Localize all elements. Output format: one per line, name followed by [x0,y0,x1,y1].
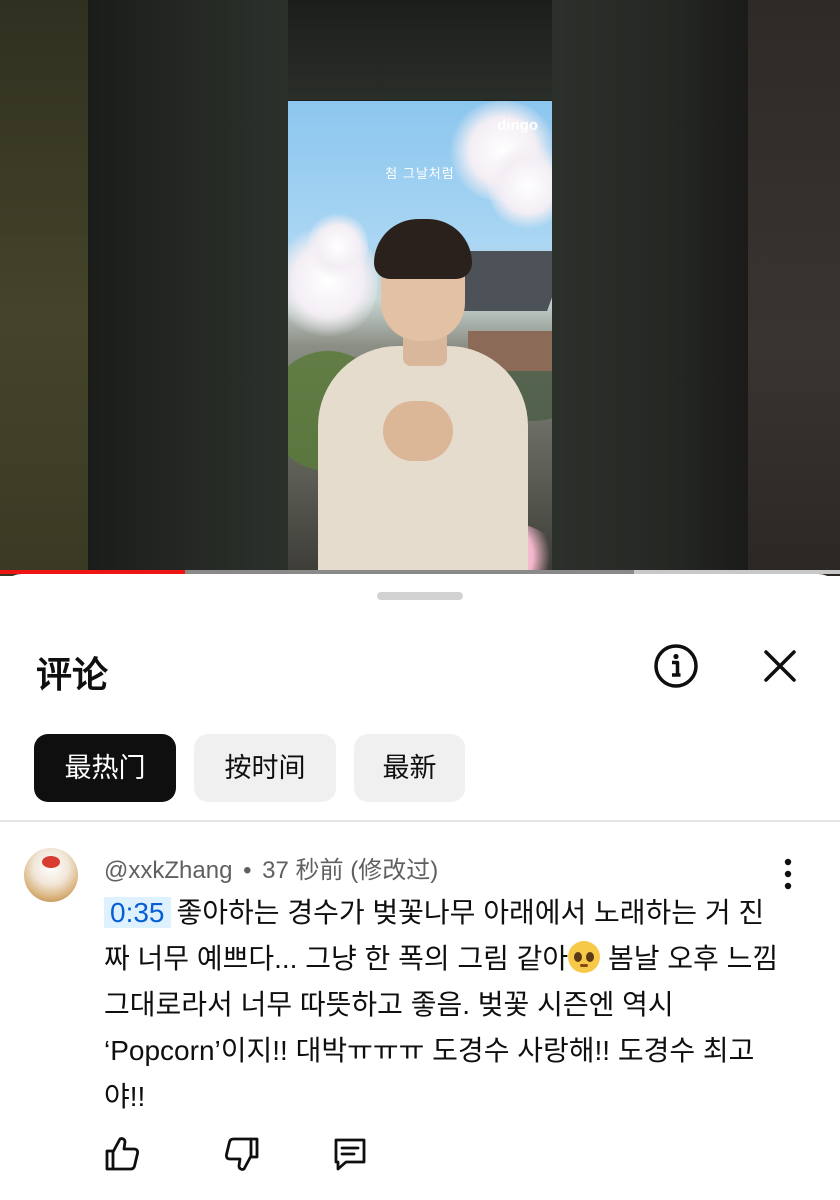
like-button[interactable] [102,1134,142,1174]
comment-author[interactable]: @xxkZhang [104,857,232,884]
sort-chip-by-time[interactable]: 按时间 [194,734,336,802]
edited-label: (修改过) [350,857,439,884]
comment-time: 37 秒前 [262,857,344,884]
video-backdrop-top [288,0,552,100]
comments-sheet: 评论 最热门 按时间 最新 @xxkZhang • 37 秒前 (修改过) 0:… [0,574,840,1200]
close-icon [764,650,796,682]
reply-button[interactable] [330,1134,370,1174]
video-frame: 첨 그날처럼 dingo [288,101,552,571]
pleading-face-icon [568,941,601,973]
video-backdrop-right [748,0,840,576]
channel-logo: dingo [497,117,538,134]
more-vert-icon [784,858,792,890]
reply-icon [334,1138,366,1171]
video-player[interactable]: 첨 그날처럼 dingo [0,0,840,576]
video-backdrop-left [0,0,92,576]
sort-chip-newest[interactable]: 最新 [354,734,465,802]
dislike-icon [224,1137,259,1171]
video-backdrop-right-fade [552,0,752,576]
meta-separator: • [243,857,252,884]
comment-text: 0:35 좋아하는 경수가 벚꽃나무 아래에서 노래하는 거 진짜 너무 예쁘다.… [104,890,784,1120]
video-backdrop-left-fade [88,0,288,576]
divider [0,820,840,822]
avatar[interactable] [24,848,78,902]
video-overlay-text: 첨 그날처럼 [385,166,455,181]
comments-title: 评论 [36,654,109,695]
dislike-button[interactable] [222,1134,262,1174]
close-button[interactable] [756,642,804,690]
sort-chip-top[interactable]: 最热门 [34,734,176,802]
info-button[interactable] [652,642,700,690]
timestamp-link[interactable]: 0:35 [104,897,171,928]
comment-meta: @xxkZhang • 37 秒前 (修改过) [104,850,438,885]
more-options-button[interactable] [772,856,804,892]
info-icon [654,644,698,688]
drag-handle[interactable] [377,592,463,600]
like-icon [105,1137,140,1171]
